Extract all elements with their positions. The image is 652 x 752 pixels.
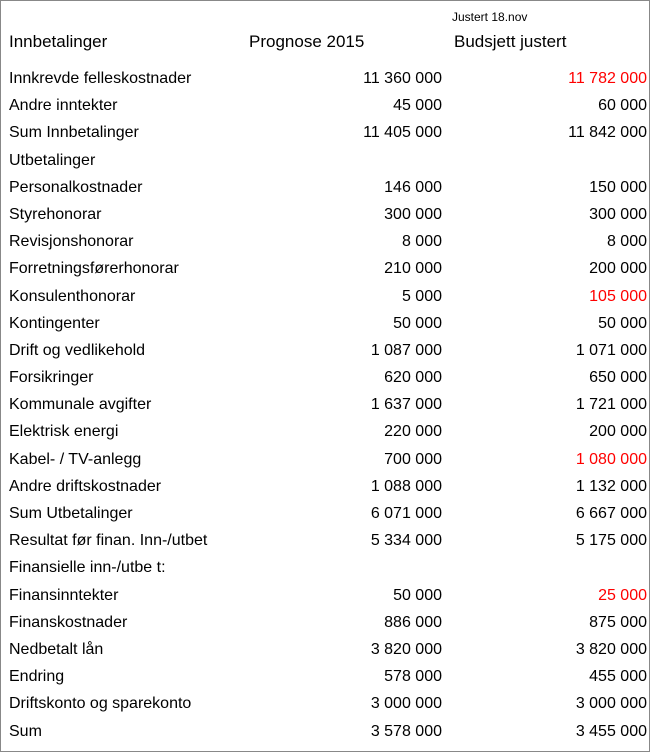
row-label: Forsikringer bbox=[3, 364, 243, 391]
section-header: Utbetalinger bbox=[3, 147, 243, 174]
cell-prognose: 45 000 bbox=[243, 92, 448, 119]
cell-budsjett: 1 080 000 bbox=[448, 446, 652, 473]
cell-prognose: 3 578 000 bbox=[243, 718, 448, 745]
cell-budsjett: 3 455 000 bbox=[448, 718, 652, 745]
empty-cell bbox=[243, 147, 448, 174]
empty-cell bbox=[243, 3, 448, 28]
cell-prognose: 50 000 bbox=[243, 310, 448, 337]
cell-budsjett: 1 721 000 bbox=[448, 391, 652, 418]
cell-prognose: 3 820 000 bbox=[243, 636, 448, 663]
cell-budsjett: 200 000 bbox=[448, 418, 652, 445]
budget-table-container: Justert 18.nov InnbetalingerPrognose 2015… bbox=[0, 0, 650, 752]
cell-prognose: 700 000 bbox=[243, 446, 448, 473]
cell-prognose: 300 000 bbox=[243, 201, 448, 228]
row-label: Finanskostnader bbox=[3, 609, 243, 636]
cell-prognose: 11 360 000 bbox=[243, 65, 448, 92]
row-label: Andre inntekter bbox=[3, 92, 243, 119]
row-label: Forretningsførerhonorar bbox=[3, 255, 243, 282]
column-header-prognose: Prognose 2015 bbox=[243, 28, 448, 57]
row-label: Kabel- / TV-anlegg bbox=[3, 446, 243, 473]
cell-budsjett: 200 000 bbox=[448, 255, 652, 282]
row-label: Drift og vedlikehold bbox=[3, 337, 243, 364]
row-label: Innkrevde felleskostnader bbox=[3, 65, 243, 92]
cell-budsjett: 5 175 000 bbox=[448, 527, 652, 554]
row-label: Nedbetalt lån bbox=[3, 636, 243, 663]
row-label: Driftskonto og sparekonto bbox=[3, 690, 243, 717]
row-label: Sum bbox=[3, 718, 243, 745]
column-header-budsjett: Budsjett justert bbox=[448, 28, 652, 57]
cell-budsjett: 60 000 bbox=[448, 92, 652, 119]
cell-budsjett: 150 000 bbox=[448, 174, 652, 201]
cell-prognose: 1 087 000 bbox=[243, 337, 448, 364]
empty-cell bbox=[243, 554, 448, 581]
cell-budsjett: 105 000 bbox=[448, 283, 652, 310]
cell-prognose: 5 000 bbox=[243, 283, 448, 310]
cell-budsjett: 11 842 000 bbox=[448, 119, 652, 146]
cell-prognose: 210 000 bbox=[243, 255, 448, 282]
row-label: Sum Innbetalinger bbox=[3, 119, 243, 146]
cell-prognose: 3 000 000 bbox=[243, 690, 448, 717]
cell-prognose: 11 405 000 bbox=[243, 119, 448, 146]
section-header: Finansielle inn-/utbe t: bbox=[3, 554, 243, 581]
cell-budsjett: 3 000 000 bbox=[448, 690, 652, 717]
cell-budsjett: 25 000 bbox=[448, 582, 652, 609]
header-note: Justert 18.nov bbox=[448, 3, 652, 28]
budget-table: Justert 18.nov InnbetalingerPrognose 2015… bbox=[3, 3, 652, 745]
row-label: Endring bbox=[3, 663, 243, 690]
cell-budsjett: 300 000 bbox=[448, 201, 652, 228]
row-label: Styrehonorar bbox=[3, 201, 243, 228]
cell-prognose: 50 000 bbox=[243, 582, 448, 609]
cell-budsjett: 50 000 bbox=[448, 310, 652, 337]
empty-cell bbox=[3, 3, 243, 28]
cell-prognose: 146 000 bbox=[243, 174, 448, 201]
cell-budsjett: 11 782 000 bbox=[448, 65, 652, 92]
cell-prognose: 620 000 bbox=[243, 364, 448, 391]
row-label: Konsulenthonorar bbox=[3, 283, 243, 310]
cell-budsjett: 455 000 bbox=[448, 663, 652, 690]
empty-cell bbox=[448, 554, 652, 581]
row-label: Resultat før finan. Inn-/utbet bbox=[3, 527, 243, 554]
row-label: Elektrisk energi bbox=[3, 418, 243, 445]
cell-budsjett: 8 000 bbox=[448, 228, 652, 255]
cell-budsjett: 650 000 bbox=[448, 364, 652, 391]
cell-prognose: 578 000 bbox=[243, 663, 448, 690]
cell-prognose: 5 334 000 bbox=[243, 527, 448, 554]
cell-prognose: 8 000 bbox=[243, 228, 448, 255]
cell-budsjett: 3 820 000 bbox=[448, 636, 652, 663]
cell-budsjett: 875 000 bbox=[448, 609, 652, 636]
cell-budsjett: 6 667 000 bbox=[448, 500, 652, 527]
section-header-innbetalinger: Innbetalinger bbox=[3, 28, 243, 57]
row-label: Personalkostnader bbox=[3, 174, 243, 201]
cell-prognose: 1 637 000 bbox=[243, 391, 448, 418]
row-label: Kontingenter bbox=[3, 310, 243, 337]
cell-prognose: 886 000 bbox=[243, 609, 448, 636]
cell-prognose: 6 071 000 bbox=[243, 500, 448, 527]
cell-budsjett: 1 071 000 bbox=[448, 337, 652, 364]
cell-prognose: 220 000 bbox=[243, 418, 448, 445]
row-label: Finansinntekter bbox=[3, 582, 243, 609]
row-label: Kommunale avgifter bbox=[3, 391, 243, 418]
cell-budsjett: 1 132 000 bbox=[448, 473, 652, 500]
cell-prognose: 1 088 000 bbox=[243, 473, 448, 500]
row-label: Sum Utbetalinger bbox=[3, 500, 243, 527]
row-label: Revisjonshonorar bbox=[3, 228, 243, 255]
empty-cell bbox=[448, 147, 652, 174]
row-label: Andre driftskostnader bbox=[3, 473, 243, 500]
